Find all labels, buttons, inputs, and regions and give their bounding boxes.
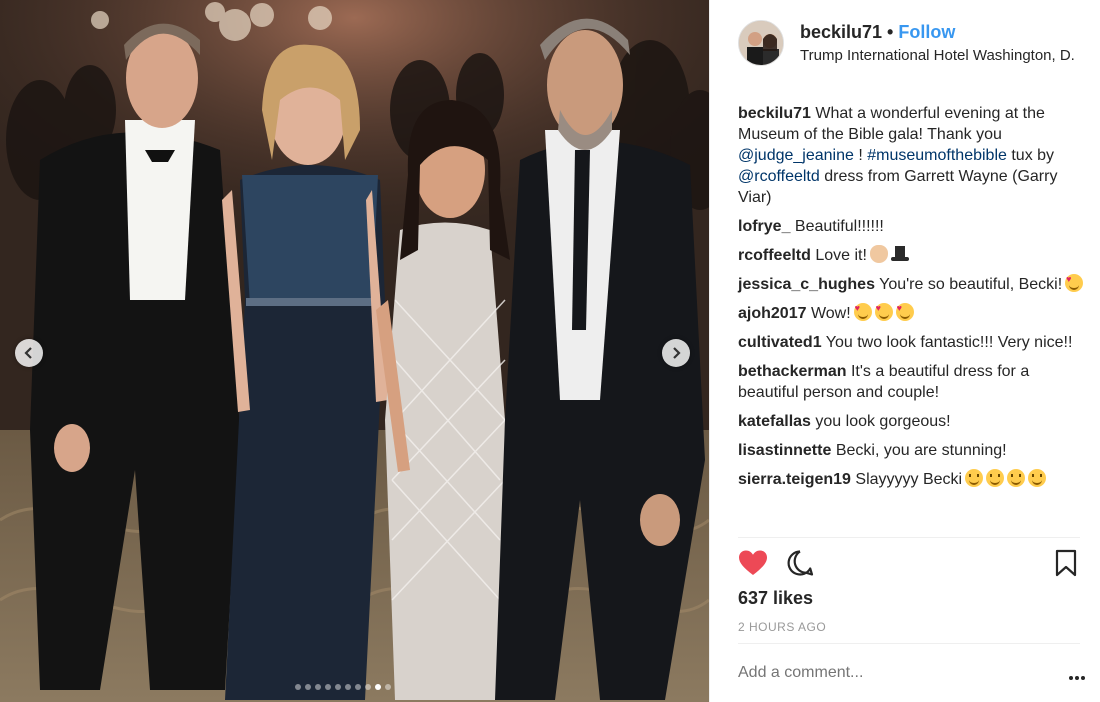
header-line: beckilu71 • Follow xyxy=(800,22,1076,43)
divider xyxy=(738,643,1080,644)
smile-emoji-icon xyxy=(1028,469,1047,487)
add-comment-input[interactable] xyxy=(738,664,1054,682)
more-options-button[interactable] xyxy=(1068,668,1086,686)
heart-eyes-emoji-icon xyxy=(1065,273,1084,292)
post-timestamp[interactable]: 2 HOURS AGO xyxy=(738,620,826,634)
comment-item: sierra.teigen19 Slayyyyy Becki xyxy=(738,469,1084,490)
carousel-dot xyxy=(375,684,381,690)
previous-photo-button[interactable] xyxy=(15,339,43,367)
caption-author[interactable]: beckilu71 xyxy=(738,105,811,122)
comment-author[interactable]: lisastinnette xyxy=(738,442,831,459)
username-link[interactable]: beckilu71 xyxy=(800,22,882,43)
header-separator: • xyxy=(887,22,894,42)
comment-author[interactable]: cultivated1 xyxy=(738,334,822,351)
heart-eyes-emoji-icon xyxy=(874,302,894,321)
carousel-dot xyxy=(365,684,371,690)
like-button[interactable] xyxy=(738,549,768,582)
comment-bubble-icon xyxy=(787,550,814,576)
follow-button[interactable]: Follow xyxy=(898,22,955,43)
comment-author[interactable]: katefallas xyxy=(738,413,811,430)
bookmark-icon xyxy=(1055,549,1077,577)
location-link[interactable]: Trump International Hotel Washington, D.… xyxy=(800,47,1076,64)
hashtag-link[interactable]: #museumofthebible xyxy=(867,147,1007,164)
carousel-dot xyxy=(355,684,361,690)
post-side-panel: beckilu71 • Follow Trump International H… xyxy=(709,0,1100,702)
mention-link[interactable]: @rcoffeeltd xyxy=(738,168,820,185)
save-button[interactable] xyxy=(1054,549,1078,582)
comment-item: katefallas you look gorgeous! xyxy=(738,411,1084,432)
smile-emoji-icon xyxy=(1007,469,1026,487)
smile-emoji-icon xyxy=(986,469,1005,487)
comment-item: rcoffeeltd Love it! xyxy=(738,245,1084,266)
avatar-image xyxy=(739,21,783,65)
comments-list: beckilu71 What a wonderful evening at th… xyxy=(738,103,1084,490)
comment-button[interactable] xyxy=(786,549,814,582)
comment-item: lisastinnette Becki, you are stunning! xyxy=(738,440,1084,461)
heart-icon xyxy=(739,550,767,575)
comment-text: Love it! xyxy=(815,247,867,264)
caption-text: ! xyxy=(858,147,863,164)
carousel-dot xyxy=(385,684,391,690)
carousel-dot xyxy=(325,684,331,690)
comment-author[interactable]: sierra.teigen19 xyxy=(738,471,851,488)
smile-emoji-icon xyxy=(965,469,984,487)
comment-item: bethackerman It's a beautiful dress for … xyxy=(738,361,1084,403)
heart-eyes-emoji-icon xyxy=(853,302,873,321)
post-header: beckilu71 • Follow Trump International H… xyxy=(738,0,1100,86)
comment-text: You're so beautiful, Becki! xyxy=(879,276,1063,293)
caption: beckilu71 What a wonderful evening at th… xyxy=(738,103,1084,208)
post-photo[interactable] xyxy=(0,0,709,702)
carousel-indicator xyxy=(295,684,391,690)
comment-text: Slayyyyy Becki xyxy=(855,471,963,488)
comment-author[interactable]: rcoffeeltd xyxy=(738,247,811,264)
chevron-right-icon xyxy=(673,347,681,359)
carousel-dot xyxy=(305,684,311,690)
next-photo-button[interactable] xyxy=(662,339,690,367)
comment-author[interactable]: lofrye_ xyxy=(738,218,790,235)
avatar[interactable] xyxy=(738,20,784,66)
photo-scene xyxy=(0,0,709,702)
comment-item: cultivated1 You two look fantastic!!! Ve… xyxy=(738,332,1084,353)
chevron-left-icon xyxy=(24,347,32,359)
likes-count[interactable]: 637 likes xyxy=(738,588,813,609)
more-options-icon xyxy=(1069,676,1085,680)
carousel-dot xyxy=(335,684,341,690)
comment-item: ajoh2017 Wow! xyxy=(738,302,1084,324)
heart-eyes-emoji-icon xyxy=(895,302,915,321)
comment-author[interactable]: bethackerman xyxy=(738,363,847,380)
instagram-post: beckilu71 • Follow Trump International H… xyxy=(0,0,1100,702)
action-bar xyxy=(738,549,1084,581)
comment-text: You two look fantastic!!! Very nice!! xyxy=(825,334,1073,351)
comment-text: Becki, you are stunning! xyxy=(835,442,1007,459)
carousel-dot xyxy=(295,684,301,690)
comment-text: Wow! xyxy=(810,305,851,322)
tophat-emoji-icon xyxy=(890,245,909,263)
ok-emoji-icon xyxy=(869,245,888,263)
comment-items: lofrye_ Beautiful!!!!!! rcoffeeltd Love i… xyxy=(738,216,1084,490)
comment-item: jessica_c_hughes You're so beautiful, Be… xyxy=(738,273,1084,295)
comment-item: lofrye_ Beautiful!!!!!! xyxy=(738,216,1084,237)
divider xyxy=(738,537,1080,538)
comment-author[interactable]: ajoh2017 xyxy=(738,305,806,322)
comment-text: you look gorgeous! xyxy=(815,413,951,430)
carousel-dot xyxy=(345,684,351,690)
carousel-dot xyxy=(315,684,321,690)
mention-link[interactable]: @judge_jeanine xyxy=(738,147,854,164)
header-text: beckilu71 • Follow Trump International H… xyxy=(800,22,1076,64)
comment-author[interactable]: jessica_c_hughes xyxy=(738,276,875,293)
comment-text: Beautiful!!!!!! xyxy=(794,218,884,235)
caption-text: tux by xyxy=(1011,147,1055,164)
